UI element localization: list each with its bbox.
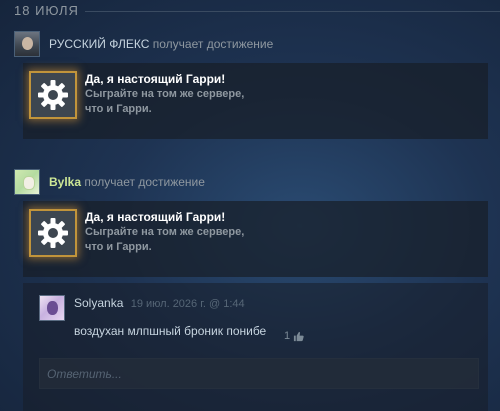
user-name-link[interactable]: РУССКИЙ ФЛЕКС — [49, 37, 149, 51]
avatar[interactable] — [14, 169, 40, 195]
achievement-description: Сыграйте на том же сервере, что и Гарри. — [85, 226, 245, 253]
comment: Solyanka 19 июл. 2026 г. @ 1:44 воздухан… — [39, 295, 266, 338]
achievement-icon — [29, 71, 77, 119]
date-divider — [85, 11, 500, 12]
like-count: 1 — [284, 330, 291, 342]
achievement-title: Да, я настоящий Гарри! — [85, 72, 226, 86]
comment-text: воздухан млпшный броник понибе — [74, 324, 267, 338]
date-header: 18 ИЮЛЯ — [14, 3, 79, 18]
comment-avatar[interactable] — [39, 295, 65, 321]
reply-input[interactable]: Ответить... — [39, 358, 479, 389]
avatar[interactable] — [14, 31, 40, 57]
comment-author-link[interactable]: Solyanka — [74, 296, 123, 310]
comment-timestamp: 19 июл. 2026 г. @ 1:44 — [130, 298, 245, 310]
gear-icon — [38, 218, 68, 248]
thumbs-up-icon — [294, 331, 304, 341]
event-header: РУССКИЙ ФЛЕКС получает достижение — [14, 31, 486, 57]
achievement-title: Да, я настоящий Гарри! — [85, 210, 226, 224]
event-header: Bylka получает достижение — [14, 169, 486, 195]
achievement-card[interactable]: Да, я настоящий Гарри! Сыграйте на том ж… — [23, 63, 488, 139]
event-action-text: получает достижение — [152, 37, 274, 51]
achievement-description: Сыграйте на том же сервере, что и Гарри. — [85, 88, 245, 115]
user-name-link[interactable]: Bylka — [49, 175, 81, 189]
comment-section: Solyanka 19 июл. 2026 г. @ 1:44 воздухан… — [23, 283, 488, 411]
activity-event: Bylka получает достижение Да, я настоящи… — [14, 169, 488, 277]
activity-event: РУССКИЙ ФЛЕКС получает достижение Да, я … — [14, 31, 488, 139]
achievement-icon — [29, 209, 77, 257]
achievement-card[interactable]: Да, я настоящий Гарри! Сыграйте на том ж… — [23, 201, 488, 277]
comment-like-button[interactable]: 1 — [284, 330, 304, 342]
event-action-text: получает достижение — [84, 175, 205, 189]
gear-icon — [38, 80, 68, 110]
